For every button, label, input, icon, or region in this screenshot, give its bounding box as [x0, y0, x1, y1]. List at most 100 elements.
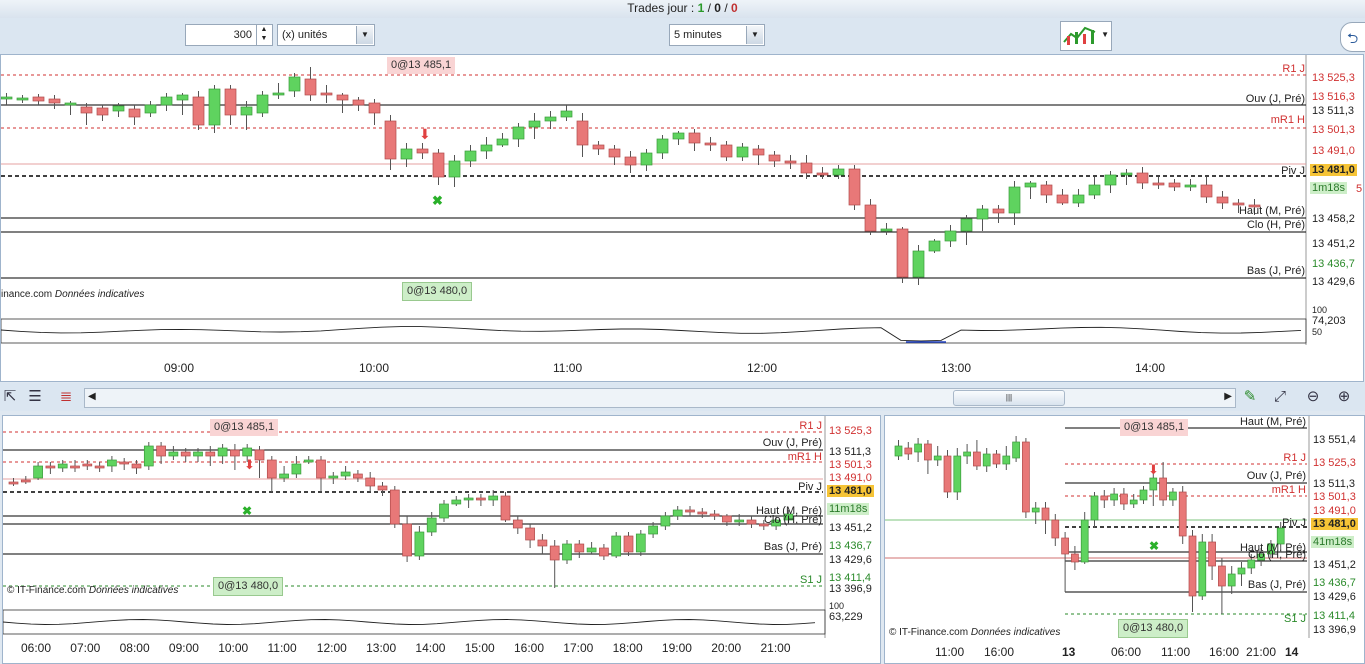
- main-candle: [784, 160, 797, 164]
- price-label: 13 516,3: [1312, 91, 1355, 103]
- main-candle: [336, 94, 349, 101]
- main-order-tag-bottom[interactable]: 0@13 480,0: [402, 282, 473, 301]
- quantity-stepper[interactable]: 300 ▲ ▼: [185, 24, 273, 46]
- level-clo: Clo (H, Pré): [1246, 219, 1305, 231]
- bl-candle: [709, 513, 720, 517]
- bl-candle: [242, 447, 253, 457]
- auto-zoom-icon[interactable]: ⤢: [1270, 387, 1290, 407]
- scroll-left-icon[interactable]: ◀: [88, 391, 96, 402]
- chart-panel-bottom-left[interactable]: ⬇ ✖ 0@13 485,1 0@13 480,0 © IT-Finance.co…: [2, 415, 881, 664]
- indicator-panel: [3, 609, 826, 635]
- zoom-in-icon[interactable]: ⊕: [1334, 387, 1354, 407]
- chart-type-button[interactable]: ▼: [1060, 21, 1112, 51]
- br-candle: [1169, 491, 1177, 501]
- x-axis-label: 08:00: [119, 641, 150, 655]
- main-candle: [320, 92, 333, 96]
- side-panel-button[interactable]: ⮌: [1340, 22, 1365, 52]
- price-label: 13 458,2: [1312, 213, 1355, 225]
- bar-countdown: 11m18s: [827, 503, 870, 515]
- price-label: 13 436,7: [829, 540, 872, 552]
- chart-panel-bottom-right[interactable]: ⬇ ✖ 0@13 485,1 0@13 480,0 © IT-Finance.co…: [884, 415, 1365, 664]
- price-label-partial: 5: [1356, 183, 1363, 195]
- unit-select[interactable]: (x) unités ▼: [277, 24, 375, 46]
- bl-candle: [340, 471, 351, 477]
- level-mr1h: mR1 H: [787, 451, 822, 463]
- pin-icon[interactable]: ✎: [1240, 387, 1260, 407]
- main-candle: [864, 204, 877, 232]
- bl-candle: [586, 547, 597, 553]
- price-label: 13 525,3: [1312, 72, 1355, 84]
- br-candle: [1227, 573, 1236, 587]
- main-candle: [1168, 182, 1181, 188]
- bar-countdown: 41m18s: [1311, 536, 1355, 548]
- bl-candle: [353, 473, 363, 479]
- chevron-down-icon: ▼: [1101, 30, 1109, 39]
- main-candle: [1040, 184, 1053, 196]
- bl-candle: [156, 445, 166, 457]
- bl-order-tag-top[interactable]: 0@13 485,1: [210, 419, 279, 436]
- main-candle: [880, 228, 893, 232]
- main-candle: [848, 168, 861, 206]
- price-label: 13 525,3: [829, 425, 872, 437]
- bl-candle: [45, 465, 56, 469]
- indicator-tick: 100: [1312, 305, 1328, 315]
- stepper-arrows-icon[interactable]: ▲ ▼: [256, 25, 271, 45]
- bl-candle: [414, 531, 425, 557]
- bl-candle: [635, 533, 646, 553]
- bottom-left-price-chart[interactable]: ⬇✖: [3, 416, 880, 663]
- br-credit: © IT-Finance.com Données indicatives: [889, 627, 1060, 638]
- x-axis-label: 12:00: [316, 641, 347, 655]
- bl-candle: [439, 503, 449, 519]
- br-candle: [904, 447, 913, 455]
- bl-candle: [463, 497, 474, 501]
- br-candle: [982, 453, 991, 467]
- scroll-right-icon[interactable]: ▶: [1224, 391, 1232, 402]
- br-candle: [1149, 477, 1158, 491]
- level-bas: Bas (J, Pré): [763, 541, 822, 553]
- main-candle: [80, 106, 93, 114]
- main-candle: [256, 94, 269, 114]
- scroll-thumb[interactable]: |||: [953, 390, 1065, 406]
- main-order-tag-top[interactable]: 0@13 485,1: [387, 57, 456, 74]
- br-candle: [1012, 441, 1020, 459]
- list-icon[interactable]: ☰: [25, 387, 45, 407]
- zoom-out-icon[interactable]: ⊖: [1303, 387, 1323, 407]
- level-clo: Clo (H, Pré): [1247, 549, 1306, 561]
- main-candle: [160, 96, 173, 106]
- br-order-tag-bottom[interactable]: 0@13 480,0: [1118, 619, 1189, 638]
- bl-order-tag-bottom[interactable]: 0@13 480,0: [213, 577, 284, 596]
- main-candle: [288, 76, 301, 92]
- credit-italic: Données indicatives: [88, 585, 179, 596]
- main-candle: [304, 78, 317, 96]
- bl-candle: [20, 479, 31, 483]
- main-candle: [448, 160, 461, 178]
- main-candle: [512, 126, 525, 140]
- br-candle: [963, 451, 971, 457]
- bar-countdown: 1m18s: [1310, 182, 1348, 194]
- price-label: 13 451,2: [829, 522, 872, 534]
- x-axis-label: 16:00: [514, 641, 545, 655]
- bl-candle: [672, 509, 683, 517]
- ladder-icon[interactable]: ≣: [56, 387, 76, 407]
- cursor-icon[interactable]: ⇱: [0, 387, 20, 407]
- main-candle: [96, 107, 109, 116]
- main-candle: [1072, 194, 1085, 204]
- main-chart-panel[interactable]: ⬇ ✖ 0@13 485,1 0@13 480,0 inance.com Donn…: [0, 54, 1364, 382]
- main-candle: [368, 102, 381, 114]
- x-axis-label: 15:00: [464, 641, 495, 655]
- timeframe-select[interactable]: 5 minutes ▼: [669, 24, 765, 46]
- price-label: 13 491,0: [1313, 505, 1356, 517]
- main-price-chart[interactable]: ⬇✖: [1, 55, 1363, 381]
- main-candle: [32, 96, 45, 102]
- main-candle: [1120, 172, 1133, 176]
- main-candle: [144, 104, 157, 114]
- credit-text: inance.com: [1, 289, 53, 300]
- x-axis-label: 20:00: [711, 641, 742, 655]
- main-candle: [112, 105, 125, 112]
- main-candle: [544, 116, 557, 122]
- level-piv: Piv J: [798, 481, 822, 493]
- bl-candle: [389, 489, 400, 525]
- br-order-tag-top[interactable]: 0@13 485,1: [1120, 419, 1189, 436]
- horizontal-scrollbar[interactable]: ◀ ||| ▶: [84, 388, 1236, 408]
- price-label: 13 396,9: [829, 583, 872, 595]
